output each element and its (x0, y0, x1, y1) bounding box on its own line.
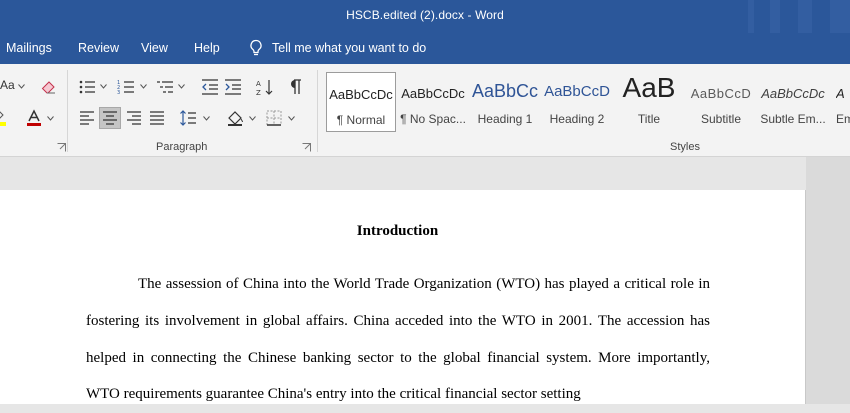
borders-icon (266, 110, 282, 126)
sort-button[interactable]: AZ (254, 76, 276, 98)
group-separator (317, 70, 318, 152)
pilcrow-icon (291, 79, 301, 94)
align-left-button[interactable] (76, 107, 98, 129)
chevron-down-icon[interactable] (47, 116, 54, 121)
ribbon-tabs: Mailings Review View Help Tell me what y… (0, 33, 850, 64)
numbering-button[interactable]: 123 (115, 76, 137, 98)
style-sample: AaBbCcD (544, 83, 610, 100)
bullet-list-icon (79, 80, 95, 94)
justify-button[interactable] (146, 107, 168, 129)
chevron-down-icon[interactable] (140, 84, 147, 89)
tab-help[interactable]: Help (194, 41, 220, 55)
style-name: Heading 1 (477, 112, 533, 126)
style-sample: AaBbCc (471, 81, 539, 101)
highlight-button[interactable] (0, 107, 10, 129)
clear-formatting-button[interactable] (38, 76, 60, 98)
align-right-icon (127, 111, 141, 125)
style-name: Heading 2 (549, 112, 605, 126)
decrease-indent-icon (202, 79, 218, 95)
style-sample: A (836, 86, 845, 101)
style-name: ¶ Normal (336, 113, 386, 127)
style-name: Subtitle (700, 112, 742, 126)
document-heading: Introduction (356, 223, 439, 239)
style-name: Subtle Em... (760, 112, 826, 126)
tab-review[interactable]: Review (78, 41, 119, 55)
align-center-icon (103, 111, 117, 125)
style-name: Title (637, 112, 661, 126)
line-spacing-icon (180, 110, 196, 126)
bullets-button[interactable] (76, 76, 98, 98)
highlighter-icon (0, 111, 6, 126)
chevron-down-icon[interactable] (249, 116, 256, 121)
svg-text:A: A (256, 80, 261, 88)
increase-indent-button[interactable] (222, 76, 244, 98)
paragraph-dialog-launcher-icon[interactable] (302, 143, 311, 152)
style-name: ¶ No Spac... (400, 112, 466, 126)
sort-icon: AZ (256, 80, 273, 96)
ribbon: Aa 123 AZ Paragraph AaBbCcDc ¶ Normal Aa… (0, 64, 850, 157)
style-heading-1[interactable]: AaBbCc Heading 1 (470, 72, 540, 132)
tab-view[interactable]: View (141, 41, 168, 55)
title-bar: HSCB.edited (2).docx - Word (0, 0, 850, 33)
style-name: Em (836, 112, 850, 126)
align-center-button[interactable] (99, 107, 121, 129)
chevron-down-icon[interactable] (288, 116, 295, 121)
style-sample: AaBbCcDc (401, 86, 465, 101)
style-sample: AaBbCcD (690, 86, 752, 101)
multilevel-list-button[interactable] (154, 76, 176, 98)
svg-text:3: 3 (117, 90, 120, 96)
line-spacing-button[interactable] (177, 107, 199, 129)
style-emphasis[interactable]: A Em (830, 72, 850, 132)
document-area[interactable]: Introduction The assession of China into… (0, 157, 850, 404)
shading-button[interactable] (224, 107, 246, 129)
styles-group-label: Styles (670, 141, 700, 153)
paragraph-group-label: Paragraph (156, 141, 208, 153)
change-case-button[interactable]: Aa (0, 78, 15, 92)
align-right-button[interactable] (123, 107, 145, 129)
svg-text:Z: Z (256, 89, 261, 96)
chevron-down-icon[interactable] (18, 84, 25, 89)
font-color-icon (27, 109, 41, 126)
lightbulb-icon (250, 39, 262, 56)
show-formatting-marks-button[interactable] (284, 76, 306, 98)
group-separator (67, 70, 68, 152)
style-title[interactable]: AaB Title (614, 72, 684, 132)
paint-bucket-icon (228, 111, 243, 126)
style-normal[interactable]: AaBbCcDc ¶ Normal (326, 72, 396, 132)
style-subtle-emphasis[interactable]: AaBbCcDc Subtle Em... (758, 72, 828, 132)
style-sample: AaBbCcDc (761, 86, 825, 101)
window-title: HSCB.edited (2).docx - Word (346, 8, 504, 22)
decrease-indent-button[interactable] (199, 76, 221, 98)
chevron-down-icon[interactable] (100, 84, 107, 89)
font-dialog-launcher-icon[interactable] (57, 143, 66, 152)
chevron-down-icon[interactable] (178, 84, 185, 89)
chevron-down-icon[interactable] (203, 116, 210, 121)
document-page[interactable]: Introduction The assession of China into… (0, 190, 806, 404)
style-sample: AaBbCcDc (329, 87, 393, 102)
font-color-button[interactable] (23, 107, 45, 129)
tab-mailings[interactable]: Mailings (6, 41, 52, 55)
borders-button[interactable] (263, 107, 285, 129)
multilevel-list-icon (157, 81, 173, 93)
numbered-list-icon: 123 (117, 80, 134, 96)
style-no-spacing[interactable]: AaBbCcDc ¶ No Spac... (398, 72, 468, 132)
eraser-icon (41, 81, 55, 94)
vertical-scroll-area[interactable] (806, 157, 850, 404)
style-heading-2[interactable]: AaBbCcD Heading 2 (542, 72, 612, 132)
style-subtitle[interactable]: AaBbCcD Subtitle (686, 72, 756, 132)
document-paragraph: The assession of China into the World Tr… (86, 276, 710, 403)
styles-gallery: AaBbCcDc ¶ Normal AaBbCcDc ¶ No Spac... … (325, 70, 850, 134)
tell-me-label: Tell me what you want to do (272, 41, 427, 55)
align-left-icon (80, 111, 94, 125)
tell-me-box[interactable]: Tell me what you want to do (248, 39, 426, 57)
justify-icon (150, 111, 164, 125)
increase-indent-icon (225, 79, 241, 95)
style-sample: AaB (622, 72, 676, 103)
